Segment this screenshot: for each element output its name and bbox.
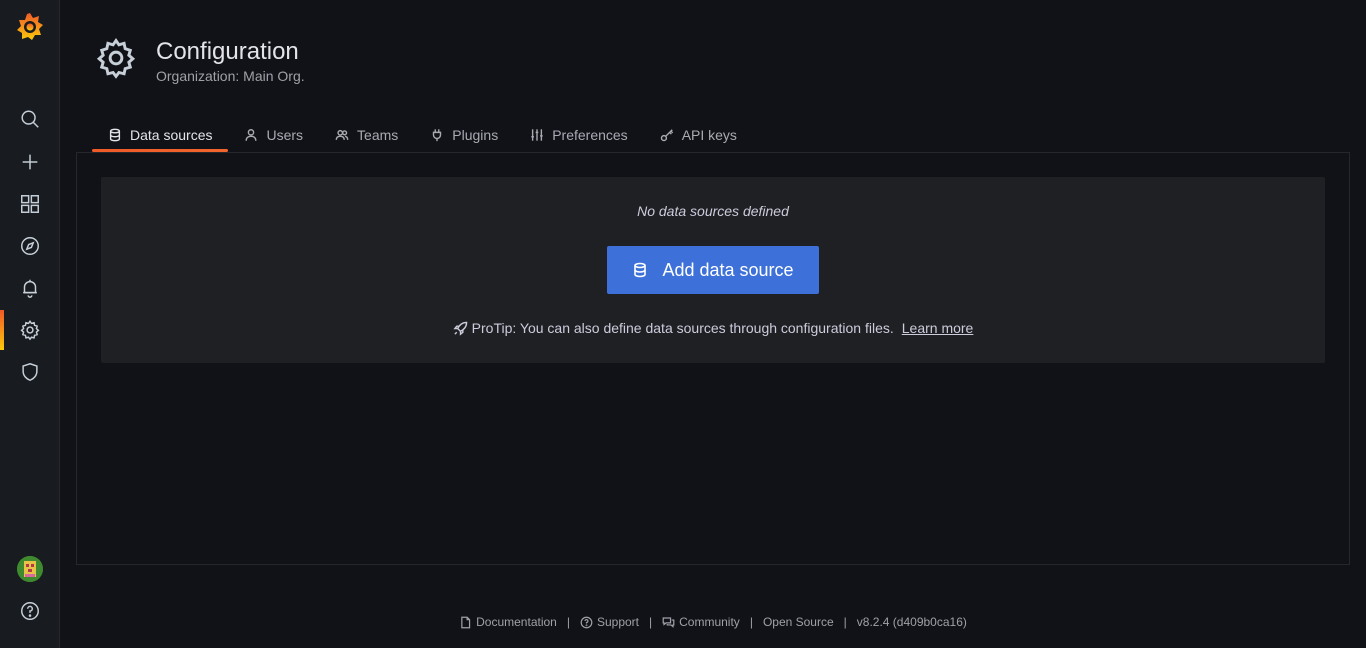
tab-plugins[interactable]: Plugins <box>414 118 514 152</box>
shield-icon <box>22 362 38 382</box>
footer: Documentation | Support | Community | Op… <box>60 612 1366 632</box>
tab-label: Preferences <box>552 127 628 143</box>
footer-version: v8.2.4 (d409b0ca16) <box>857 615 967 629</box>
footer-open-source-link[interactable]: Open Source <box>763 615 834 629</box>
footer-support-link[interactable]: Support <box>580 615 639 629</box>
tab-preferences[interactable]: Preferences <box>514 118 643 152</box>
tab-label: API keys <box>681 127 737 143</box>
bell-icon <box>23 279 37 298</box>
tab-api-keys[interactable]: API keys <box>644 118 753 152</box>
content-panel: No data sources defined Add data source … <box>76 152 1350 565</box>
sidebar-item-configuration[interactable] <box>0 310 60 350</box>
separator: | <box>749 615 753 629</box>
footer-documentation-link[interactable]: Documentation <box>459 615 557 629</box>
comments-icon <box>662 616 675 628</box>
add-data-source-label: Add data source <box>662 259 794 280</box>
sidebar-item-explore[interactable] <box>0 226 60 266</box>
compass-icon <box>21 237 39 255</box>
separator: | <box>843 615 847 629</box>
plug-icon <box>433 129 442 142</box>
tab-label: Plugins <box>452 127 499 143</box>
sidebar <box>0 0 60 648</box>
learn-more-link[interactable]: Learn more <box>902 320 974 336</box>
sidebar-item-server-admin[interactable] <box>0 352 60 392</box>
plus-icon <box>22 154 38 170</box>
footer-community-label: Community <box>679 615 740 629</box>
footer-support-label: Support <box>596 615 639 629</box>
tab-teams[interactable]: Teams <box>319 118 414 152</box>
tab-data-sources[interactable]: Data sources <box>92 118 229 152</box>
user-icon <box>245 129 257 141</box>
document-icon <box>461 616 471 628</box>
tab-label: Data sources <box>130 127 213 143</box>
tab-label: Users <box>266 127 304 143</box>
configuration-gear-icon <box>94 36 138 80</box>
key-icon <box>660 129 673 142</box>
page-subtitle: Organization: Main Org. <box>156 68 305 84</box>
sidebar-item-search[interactable] <box>0 99 60 139</box>
separator: | <box>566 615 570 629</box>
tab-bar: Data sources Users Teams Plugins Prefere… <box>92 118 753 152</box>
sidebar-item-alerting[interactable] <box>0 268 60 308</box>
sliders-icon <box>531 129 543 141</box>
footer-version-label: v8.2.4 (d409b0ca16) <box>856 615 967 629</box>
sidebar-item-help[interactable] <box>0 591 60 631</box>
apps-icon <box>21 195 39 213</box>
protip-text: ProTip: You can also define data sources… <box>471 320 894 336</box>
footer-open-source-label: Open Source <box>762 615 834 629</box>
tab-label: Teams <box>357 127 399 143</box>
empty-list-cta: No data sources defined Add data source … <box>101 177 1325 363</box>
separator: | <box>649 615 653 629</box>
grafana-logo-icon[interactable] <box>14 10 46 44</box>
avatar[interactable] <box>17 556 43 582</box>
footer-documentation-label: Documentation <box>476 615 557 629</box>
tab-users[interactable]: Users <box>228 118 319 152</box>
add-data-source-button[interactable]: Add data source <box>607 246 819 294</box>
database-icon <box>634 262 647 278</box>
empty-state-title: No data sources defined <box>637 203 789 219</box>
page-title: Configuration <box>156 38 299 65</box>
sidebar-item-create[interactable] <box>0 142 60 182</box>
rocket-icon <box>453 321 467 336</box>
users-icon <box>335 129 349 140</box>
footer-community-link[interactable]: Community <box>662 615 740 629</box>
question-icon <box>21 602 39 620</box>
database-icon <box>109 128 121 142</box>
protip: ProTip: You can also define data sources… <box>101 320 1325 336</box>
sidebar-item-dashboards[interactable] <box>0 184 60 224</box>
gear-icon <box>20 320 40 341</box>
search-icon <box>21 110 39 128</box>
question-circle-icon <box>580 616 593 628</box>
